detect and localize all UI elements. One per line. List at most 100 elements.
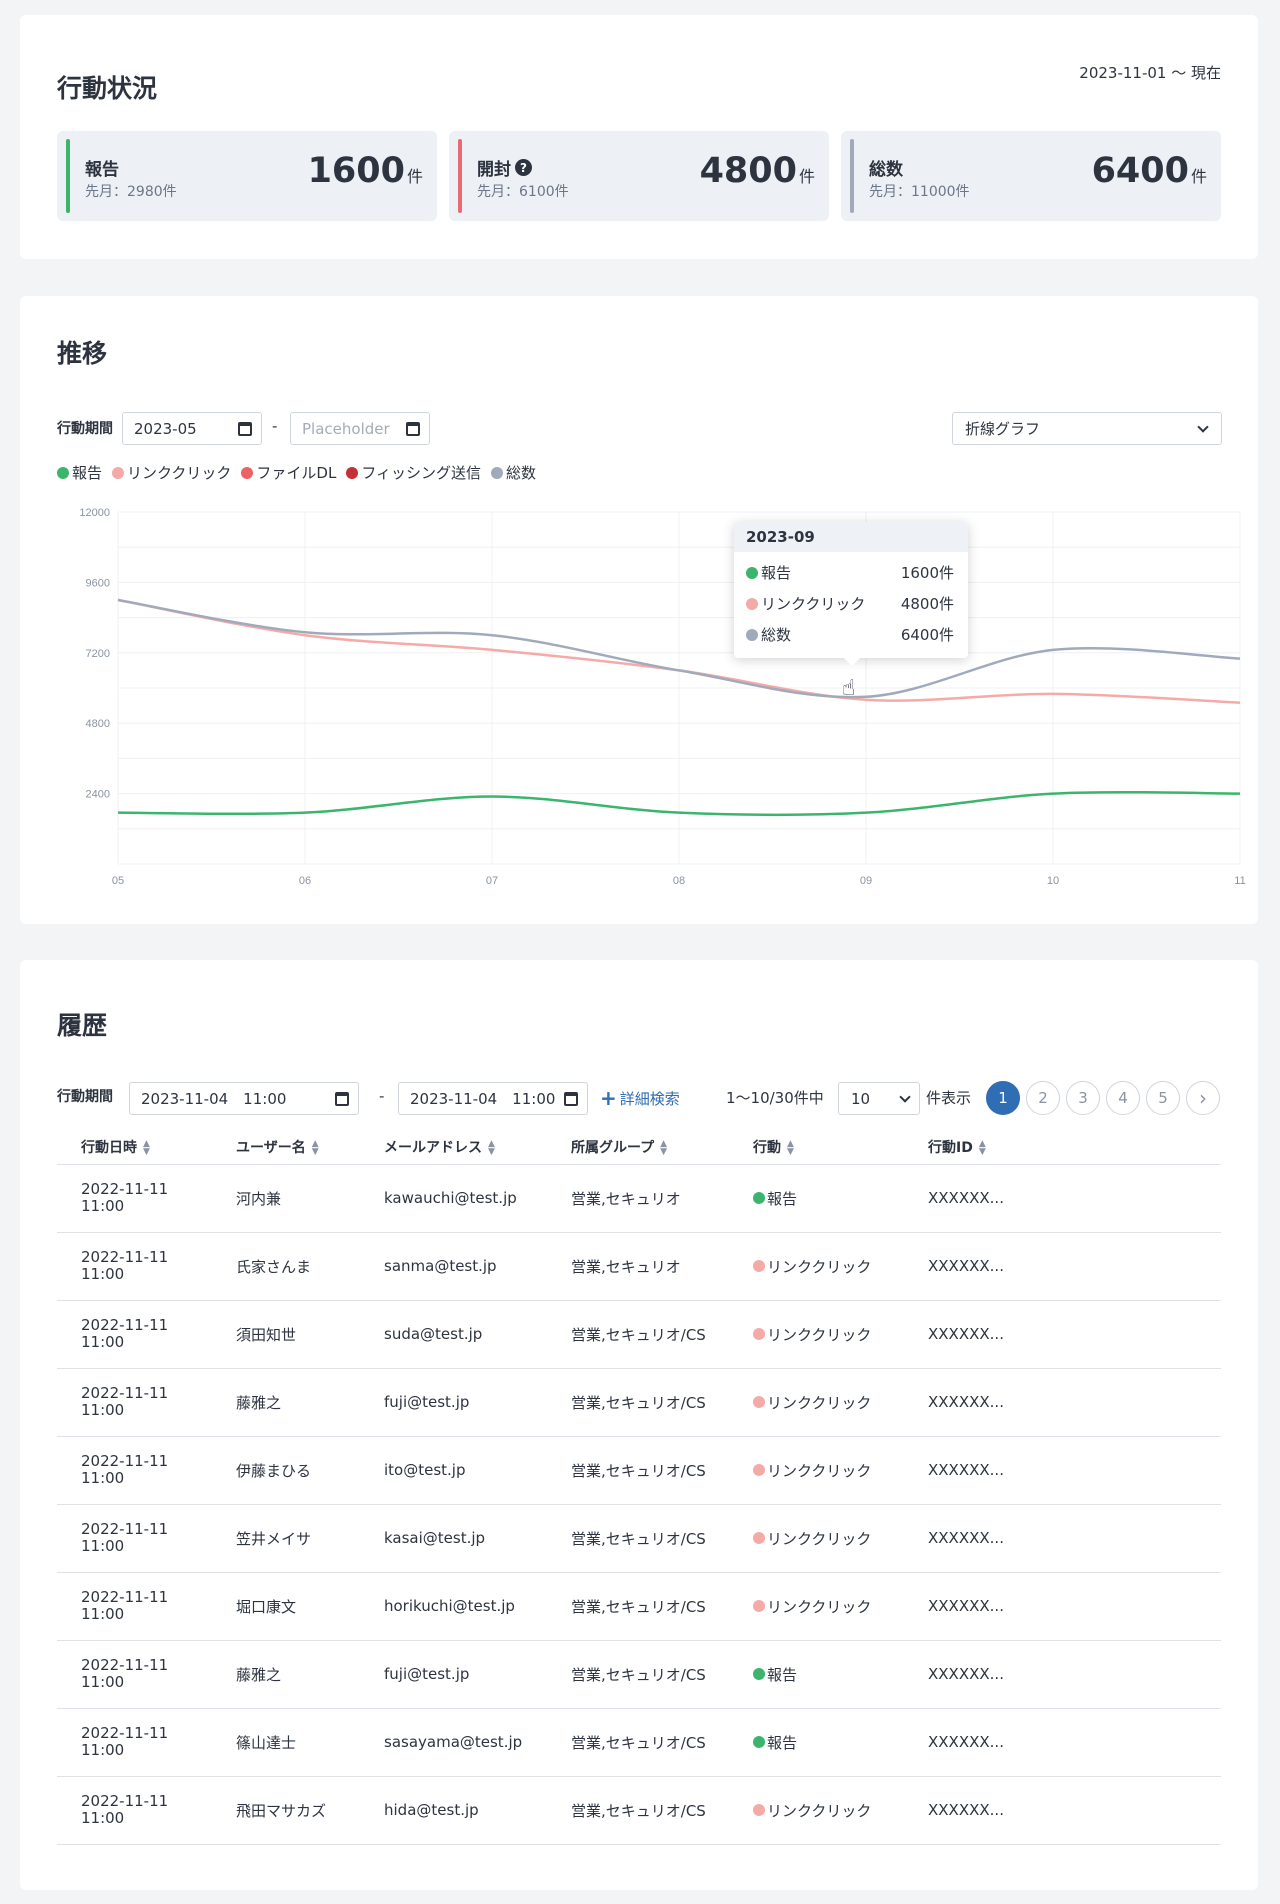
cell-date: 2022-11-11 11:00: [57, 1232, 212, 1301]
tooltip-row: リンククリック 4800件: [746, 593, 954, 614]
cell-date: 2022-11-11 11:00: [57, 1572, 212, 1641]
cell-group: 営業,セキュリオ: [547, 1164, 729, 1233]
detail-search-link[interactable]: + 詳細検索: [600, 1086, 680, 1110]
action-dot: [753, 1532, 765, 1544]
history-table: 行動日時 ▲ ▼ ユーザー名 ▲ ▼ メールアドレス ▲ ▼ 所属グループ ▲ ▼ 行動 ▲ ▼ 行…: [57, 1130, 1221, 1845]
cell-group: 営業,セキュリオ/CS: [547, 1708, 729, 1777]
table-row[interactable]: 2022-11-11 11:00 篠山達士 sasayama@test.jp 営業,セキ…: [57, 1708, 1221, 1777]
table-row[interactable]: 2022-11-11 11:00 氏家さんま sanma@test.jp 営業,セキュリ…: [57, 1232, 1221, 1301]
chevron-down-icon: [899, 1090, 911, 1103]
page-button-5[interactable]: 5: [1146, 1081, 1180, 1115]
cell-user: 飛田マサカズ: [212, 1776, 360, 1845]
cell-email: fuji@test.jp: [360, 1640, 547, 1709]
y-tick-label: 9600: [86, 577, 110, 589]
status-title: 行動状況: [57, 74, 158, 103]
next-page-button[interactable]: ›: [1186, 1081, 1220, 1115]
action-dot: [753, 1464, 765, 1476]
tooltip-value: 4800件: [900, 595, 954, 613]
action-label: リンククリック: [767, 1801, 872, 1820]
column-header-user[interactable]: ユーザー名 ▲ ▼: [212, 1130, 360, 1165]
time-text: 11:00: [81, 1401, 125, 1419]
legend-item[interactable]: 報告: [57, 462, 102, 483]
stat-total: 総数 先月：11000件 6400 件: [841, 131, 1221, 221]
cell-email: hida@test.jp: [360, 1776, 547, 1845]
column-header-email[interactable]: メールアドレス ▲ ▼: [360, 1130, 547, 1165]
time-text: 11:00: [81, 1809, 125, 1827]
column-label: 所属グループ: [571, 1139, 655, 1156]
calendar-icon[interactable]: [564, 1091, 578, 1106]
trend-start-input[interactable]: 2023-05: [122, 412, 262, 445]
period-label: 行動期間: [57, 1089, 113, 1105]
page-button-2[interactable]: 2: [1026, 1081, 1060, 1115]
table-row[interactable]: 2022-11-11 11:00 伊藤まひる ito@test.jp 営業,セキュリオ/…: [57, 1436, 1221, 1505]
legend-item[interactable]: フィッシング送信: [346, 462, 481, 483]
chart-type-select[interactable]: 折線グラフ: [952, 412, 1222, 445]
cell-group: 営業,セキュリオ/CS: [547, 1300, 729, 1369]
legend-dot: [491, 466, 504, 479]
action-dot: [753, 1804, 765, 1816]
legend-item[interactable]: ファイルDL: [241, 462, 336, 483]
time-text: 11:00: [81, 1469, 125, 1487]
legend-label: リンククリック: [127, 464, 232, 482]
y-tick-label: 7200: [86, 648, 110, 660]
sort-icon[interactable]: ▲ ▼: [660, 1139, 667, 1156]
page-button-3[interactable]: 3: [1066, 1081, 1100, 1115]
table-row[interactable]: 2022-11-11 11:00 堀口康文 horikuchi@test.jp 営業,セ…: [57, 1572, 1221, 1641]
action-label: 報告: [767, 1189, 798, 1208]
column-header-group[interactable]: 所属グループ ▲ ▼: [547, 1130, 729, 1165]
trend-card: 推移 行動期間 2023-05 - Placeholder 折線グラフ 報告 リ…: [20, 296, 1258, 924]
sort-icon[interactable]: ▲ ▼: [787, 1139, 794, 1156]
legend-item[interactable]: リンククリック: [112, 462, 231, 483]
help-icon[interactable]: ?: [515, 159, 532, 176]
sort-icon[interactable]: ▲ ▼: [312, 1139, 319, 1156]
per-page-suffix: 件表示: [926, 1089, 972, 1107]
calendar-icon[interactable]: [335, 1091, 349, 1106]
table-row[interactable]: 2022-11-11 11:00 須田知世 suda@test.jp 営業,セキュリオ/…: [57, 1300, 1221, 1369]
table-row[interactable]: 2022-11-11 11:00 笠井メイサ kasai@test.jp 営業,セキュリ…: [57, 1504, 1221, 1573]
action-dot: [753, 1396, 765, 1408]
date-text: 2022-11-11: [81, 1316, 169, 1334]
stat-value: 1600: [307, 151, 405, 191]
sort-icon[interactable]: ▲ ▼: [979, 1139, 986, 1156]
cell-email: horikuchi@test.jp: [360, 1572, 547, 1641]
column-header-action[interactable]: 行動 ▲ ▼: [729, 1130, 904, 1165]
table-row[interactable]: 2022-11-11 11:00 藤雅之 fuji@test.jp 営業,セキュリオ/C…: [57, 1640, 1221, 1709]
table-row[interactable]: 2022-11-11 11:00 河内兼 kawauchi@test.jp 営業,セキュ…: [57, 1164, 1221, 1233]
action-dot: [753, 1328, 765, 1340]
cell-group: 営業,セキュリオ/CS: [547, 1572, 729, 1641]
per-page-select[interactable]: 10: [838, 1082, 920, 1115]
trend-end-input[interactable]: Placeholder: [290, 412, 430, 445]
history-start-input[interactable]: 2023-11-04 11:00: [129, 1082, 359, 1115]
stat-value: 4800: [699, 151, 797, 191]
start-value: 2023-05: [134, 419, 197, 438]
legend-dot: [241, 466, 254, 479]
range-text: 1〜10/30件中: [726, 1089, 824, 1107]
table-row[interactable]: 2022-11-11 11:00 飛田マサカズ hida@test.jp 営業,セキュリ…: [57, 1776, 1221, 1845]
cell-id: XXXXXX...: [904, 1232, 1221, 1301]
page-button-1[interactable]: 1: [986, 1081, 1020, 1115]
history-end-input[interactable]: 2023-11-04 11:00: [398, 1082, 588, 1115]
cell-date: 2022-11-11 11:00: [57, 1640, 212, 1709]
calendar-icon[interactable]: [238, 421, 252, 436]
table-row[interactable]: 2022-11-11 11:00 藤雅之 fuji@test.jp 営業,セキュリオ/C…: [57, 1368, 1221, 1437]
cell-id: XXXXXX...: [904, 1640, 1221, 1709]
column-header-date[interactable]: 行動日時 ▲ ▼: [57, 1130, 212, 1165]
legend-item[interactable]: 総数: [491, 462, 536, 483]
sort-icon[interactable]: ▲ ▼: [488, 1139, 495, 1156]
calendar-icon[interactable]: [406, 421, 420, 436]
cell-email: fuji@test.jp: [360, 1368, 547, 1437]
stat-unit: 件: [406, 167, 423, 186]
stat-bar: [850, 139, 854, 213]
tooltip-name: リンククリック: [761, 595, 866, 613]
action-label: リンククリック: [767, 1461, 872, 1480]
sort-icon[interactable]: ▲ ▼: [143, 1139, 150, 1156]
start-value: 2023-11-04 11:00: [141, 1090, 287, 1108]
cell-id: XXXXXX...: [904, 1572, 1221, 1641]
chart-type-value: 折線グラフ: [965, 420, 1041, 438]
x-tick-label: 11: [1234, 875, 1245, 887]
cell-email: sanma@test.jp: [360, 1232, 547, 1301]
tooltip-name: 報告: [761, 564, 792, 582]
page-button-4[interactable]: 4: [1106, 1081, 1140, 1115]
column-header-id[interactable]: 行動ID ▲ ▼: [904, 1130, 1221, 1165]
x-tick-label: 09: [860, 875, 872, 887]
